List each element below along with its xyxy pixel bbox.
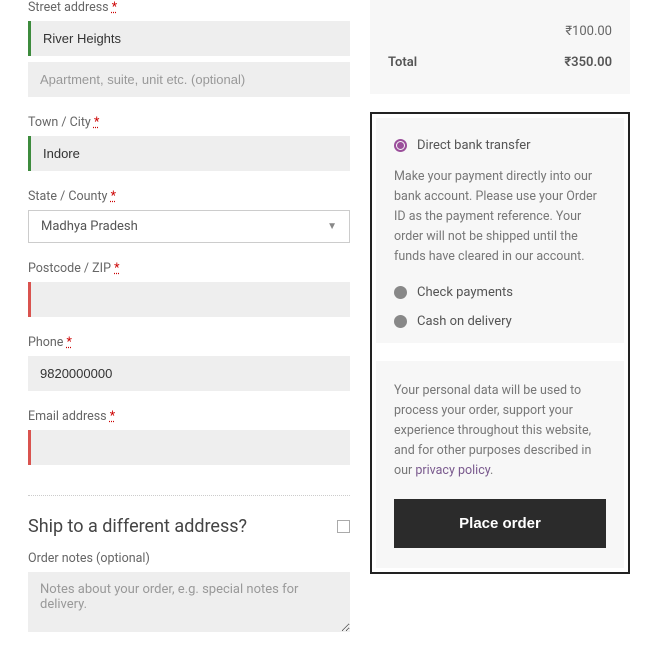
subtotal-value: ₹100.00: [565, 24, 612, 39]
payment-option-bank[interactable]: Direct bank transfer: [394, 138, 606, 153]
street-address-label: Street address *: [28, 0, 350, 15]
street-address-field: Street address *: [28, 0, 350, 97]
total-label: Total: [388, 55, 417, 70]
total-value: ₹350.00: [564, 55, 612, 70]
required-mark: *: [94, 115, 99, 130]
payment-option-check[interactable]: Check payments: [394, 285, 606, 300]
state-field: State / County * Madhya Pradesh ▼: [28, 189, 350, 243]
required-mark: *: [67, 335, 72, 350]
city-input[interactable]: [28, 136, 350, 171]
payment-option-label: Direct bank transfer: [417, 138, 531, 153]
required-mark: *: [111, 189, 116, 204]
street-address-input[interactable]: [28, 21, 350, 56]
privacy-box: Your personal data will be used to proce…: [376, 361, 624, 568]
phone-input[interactable]: [28, 356, 350, 391]
email-label: Email address *: [28, 409, 350, 424]
required-mark: *: [114, 261, 119, 276]
city-field: Town / City *: [28, 115, 350, 171]
order-summary: ₹100.00 Total ₹350.00 Direct bank transf…: [370, 0, 630, 654]
ship-different-checkbox[interactable]: [337, 520, 350, 533]
subtotal-row: ₹100.00: [388, 16, 612, 47]
email-field: Email address *: [28, 409, 350, 465]
payment-option-cod[interactable]: Cash on delivery: [394, 314, 606, 329]
total-row: Total ₹350.00: [388, 47, 612, 78]
phone-label: Phone *: [28, 335, 350, 350]
postcode-field: Postcode / ZIP *: [28, 261, 350, 317]
totals-box: ₹100.00 Total ₹350.00: [370, 0, 630, 94]
postcode-input[interactable]: [28, 282, 350, 317]
state-select[interactable]: Madhya Pradesh ▼: [28, 210, 350, 243]
required-mark: *: [110, 409, 115, 424]
place-order-button[interactable]: Place order: [394, 499, 606, 548]
order-notes-field: Order notes (optional): [28, 551, 350, 636]
ship-different-title: Ship to a different address?: [28, 516, 247, 537]
radio-icon: [394, 139, 407, 152]
street-address-2-input[interactable]: [28, 62, 350, 97]
chevron-down-icon: ▼: [327, 221, 337, 232]
state-selected-value: Madhya Pradesh: [41, 219, 138, 234]
radio-icon: [394, 315, 407, 328]
privacy-text: Your personal data will be used to proce…: [394, 381, 606, 481]
postcode-label: Postcode / ZIP *: [28, 261, 350, 276]
email-input[interactable]: [28, 430, 350, 465]
payment-section: Direct bank transfer Make your payment d…: [370, 112, 630, 574]
payment-option-label: Cash on delivery: [417, 314, 512, 329]
order-notes-label: Order notes (optional): [28, 551, 350, 566]
privacy-policy-link[interactable]: privacy policy: [415, 463, 490, 478]
city-label: Town / City *: [28, 115, 350, 130]
radio-icon: [394, 286, 407, 299]
billing-form: Street address * Town / City * State / C…: [28, 0, 350, 654]
shipping-section: Ship to a different address? Order notes…: [28, 495, 350, 636]
payment-option-label: Check payments: [417, 285, 513, 300]
payment-bank-description: Make your payment directly into our bank…: [394, 167, 606, 267]
required-mark: *: [112, 0, 117, 15]
order-notes-input[interactable]: [28, 572, 350, 632]
phone-field: Phone *: [28, 335, 350, 391]
state-label: State / County *: [28, 189, 350, 204]
